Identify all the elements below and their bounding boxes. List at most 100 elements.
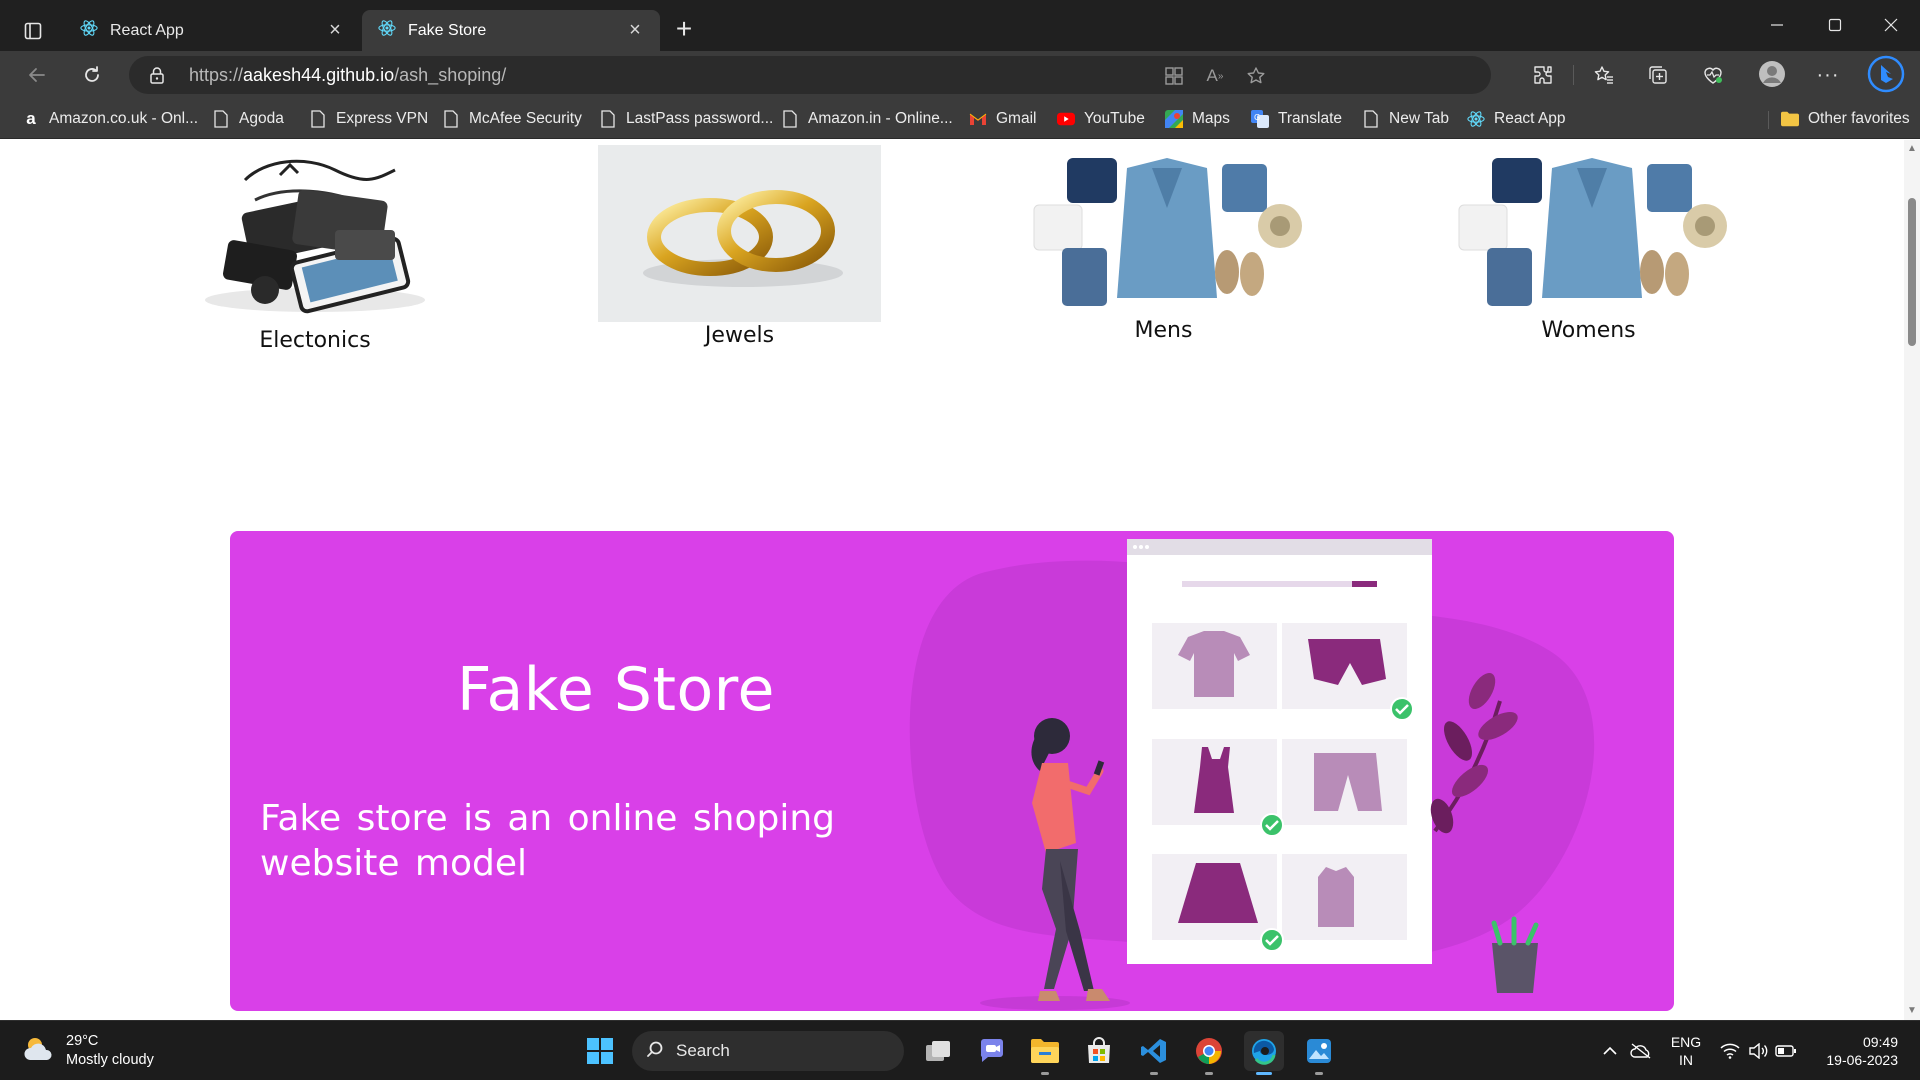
scroll-thumb[interactable] [1908,198,1916,346]
file-explorer-icon[interactable] [1025,1031,1065,1075]
page-icon [212,110,230,128]
close-tab-icon[interactable]: × [624,19,646,42]
running-indicator [1041,1072,1049,1075]
bing-chat-icon[interactable] [1867,55,1905,93]
favorite-gmail[interactable]: Gmail [969,107,1036,131]
edge-icon[interactable] [1244,1031,1284,1075]
page-viewport: Electonics Jewels Mens Womens Fake Store… [0,140,1904,1020]
page-icon [599,110,617,128]
running-indicator [1205,1072,1213,1075]
favorite-mcafee[interactable]: McAfee Security [442,107,582,131]
amazon-icon: a [26,109,36,128]
maps-icon [1165,110,1183,128]
address-bar-row: https://aakesh44.github.io/ash_shoping/ … [0,51,1920,99]
volume-icon[interactable] [1746,1033,1770,1069]
favorites-bar: a Amazon.co.uk - Onl... Agoda Express VP… [0,99,1920,139]
favorite-lastpass[interactable]: LastPass password... [599,107,773,131]
favorites-divider [1768,111,1769,129]
back-arrow-icon[interactable] [20,59,54,91]
collections-icon[interactable] [1643,60,1673,90]
page-scrollbar[interactable]: ▲ ▼ [1904,140,1920,1020]
womens-image [1447,150,1730,315]
page-icon [309,110,327,128]
page-icon [781,110,799,128]
app-available-icon[interactable] [1161,64,1187,88]
folder-icon [1781,110,1799,128]
running-indicator [1315,1072,1323,1075]
category-label: Womens [1541,318,1636,343]
more-options-icon[interactable]: ··· [1813,60,1843,90]
weather-description: Mostly cloudy [66,1052,154,1068]
category-label: Jewels [704,323,775,348]
maximize-button[interactable] [1812,10,1858,40]
favorite-express-vpn[interactable]: Express VPN [309,107,428,131]
show-hidden-icons-chevron-icon[interactable] [1598,1033,1622,1069]
active-indicator [1256,1072,1272,1075]
scroll-down-icon[interactable]: ▼ [1907,1006,1917,1016]
weather-widget[interactable]: 29°C Mostly cloudy [22,1031,154,1071]
electronics-image [185,150,445,320]
clock[interactable]: 09:49 19-06-2023 [1812,1033,1898,1069]
tab-actions-icon[interactable] [18,16,48,46]
svg-text:G: G [1254,113,1260,122]
youtube-icon [1057,110,1075,128]
favorites-icon[interactable] [1589,60,1619,90]
shopping-illustration [909,539,1595,1010]
favorite-maps[interactable]: Maps [1165,107,1230,131]
close-window-button[interactable] [1868,10,1914,40]
close-tab-icon[interactable]: × [324,19,346,42]
favorite-youtube[interactable]: YouTube [1057,107,1145,131]
clock-time: 09:49 [1862,1034,1898,1050]
task-view-button[interactable] [918,1031,958,1071]
page-icon [1362,110,1380,128]
tab-title: Fake Store [408,21,487,39]
microsoft-store-icon[interactable] [1079,1031,1119,1071]
category-jewels[interactable]: Jewels [598,140,881,360]
other-favorites-folder[interactable]: Other favorites [1781,107,1910,131]
favorite-new-tab[interactable]: New Tab [1362,107,1449,131]
extensions-icon[interactable] [1528,60,1558,90]
favorite-react-app[interactable]: React App [1467,107,1566,131]
minimize-button[interactable] [1754,10,1800,40]
category-mens[interactable]: Mens [1022,140,1305,360]
hero-banner: Fake Store Fake store is an online shopi… [230,531,1674,1011]
onedrive-offline-icon[interactable] [1628,1033,1654,1069]
toolbar-divider [1573,65,1574,85]
start-button[interactable] [580,1031,620,1071]
profile-avatar-icon[interactable] [1757,59,1787,89]
category-label: Mens [1134,318,1193,343]
lock-icon[interactable] [149,66,165,89]
page-icon [442,110,460,128]
scroll-up-icon[interactable]: ▲ [1907,144,1917,154]
react-icon [80,19,98,42]
search-label: Search [676,1041,730,1060]
refresh-icon[interactable] [75,59,109,91]
favorite-amazon-in[interactable]: Amazon.in - Online... [781,107,953,131]
mens-image [1022,150,1305,315]
language-indicator[interactable]: ENG IN [1668,1033,1704,1069]
favorite-agoda[interactable]: Agoda [212,107,284,131]
tab-bar: React App × Fake Store × + [0,0,1920,51]
category-electronics[interactable]: Electonics [185,140,445,360]
battery-icon[interactable] [1774,1033,1798,1069]
category-womens[interactable]: Womens [1447,140,1730,360]
wifi-icon[interactable] [1718,1033,1742,1069]
favorite-star-icon[interactable] [1243,64,1269,88]
url-input[interactable]: https://aakesh44.github.io/ash_shoping/ … [129,56,1491,94]
tab-react-app[interactable]: React App × [64,10,360,51]
photos-icon[interactable] [1299,1031,1339,1075]
gmail-icon [969,110,987,128]
url-text: https://aakesh44.github.io/ash_shoping/ [189,65,507,85]
chrome-icon[interactable] [1189,1031,1229,1075]
favorite-translate[interactable]: G Translate [1251,107,1342,131]
read-aloud-icon[interactable]: A» [1202,64,1228,88]
favorite-amazon-uk[interactable]: a Amazon.co.uk - Onl... [22,107,198,131]
browser-essentials-icon[interactable] [1698,60,1728,90]
translate-icon: G [1251,110,1269,128]
new-tab-button[interactable]: + [668,14,700,46]
teams-chat-icon[interactable] [972,1031,1012,1071]
weather-temperature: 29°C [66,1033,99,1049]
tab-fake-store[interactable]: Fake Store × [362,10,660,51]
taskbar-search[interactable]: Search [632,1031,904,1071]
vscode-icon[interactable] [1134,1031,1174,1075]
